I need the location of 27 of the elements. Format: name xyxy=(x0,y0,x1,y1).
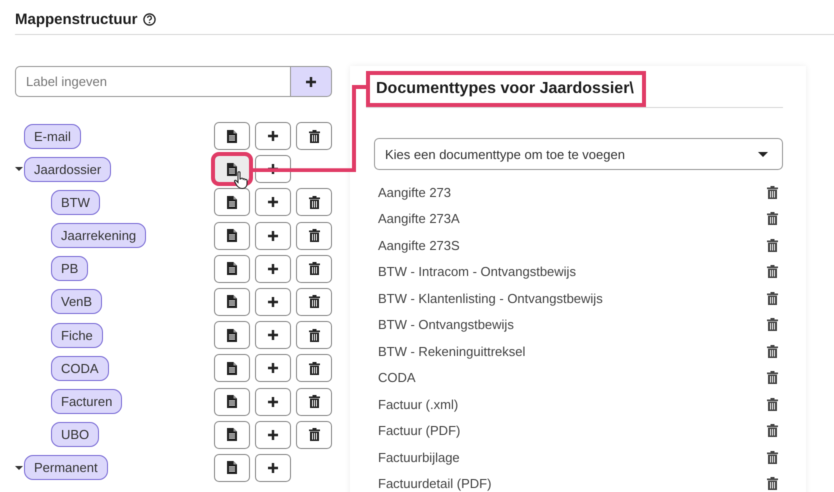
document-type-name: Factuur (.xml) xyxy=(378,396,458,412)
document-type-name: Aangifte 273 xyxy=(378,184,452,200)
folder-label[interactable]: Facturen xyxy=(51,389,122,414)
document-type-name: Factuurdetail (PDF) xyxy=(378,476,492,492)
folder-label[interactable]: E-mail xyxy=(24,124,81,148)
page-title: Mappenstructuur xyxy=(15,10,138,28)
document-type-select[interactable]: Kies een documenttype om toe te voegen xyxy=(374,138,783,170)
folder-label[interactable]: Jaardossier xyxy=(24,156,112,182)
document-type-name: Aangifte 273A xyxy=(378,211,460,226)
document-type-name: BTW - Intracom - Ontvangstbewijs xyxy=(378,264,576,280)
document-type-name: Aangifte 273S xyxy=(378,238,460,253)
document-type-name: Factuur (PDF) xyxy=(378,423,460,438)
document-type-name: BTW - Rekeninguittreksel xyxy=(378,344,526,359)
document-type-name: Factuurbijlage xyxy=(378,450,460,465)
folder-label[interactable]: VenB xyxy=(51,289,102,314)
folder-label[interactable]: Permanent xyxy=(24,455,108,480)
folder-label[interactable]: CODA xyxy=(51,356,109,381)
folder-label[interactable]: UBO xyxy=(51,422,100,448)
folder-label[interactable]: BTW xyxy=(51,190,100,215)
label-input[interactable]: Label ingeven xyxy=(15,66,290,97)
folder-label[interactable]: Fiche xyxy=(51,322,103,348)
folder-label[interactable]: Jaarrekening xyxy=(51,223,146,248)
folder-label[interactable]: PB xyxy=(51,256,88,282)
panel-title: Documenttypes voor Jaardossier\ xyxy=(366,71,646,107)
document-type-name: BTW - Klantenlisting - Ontvangstbewijs xyxy=(378,290,603,306)
document-type-name: CODA xyxy=(378,370,416,386)
document-type-name: BTW - Ontvangstbewijs xyxy=(378,317,514,332)
